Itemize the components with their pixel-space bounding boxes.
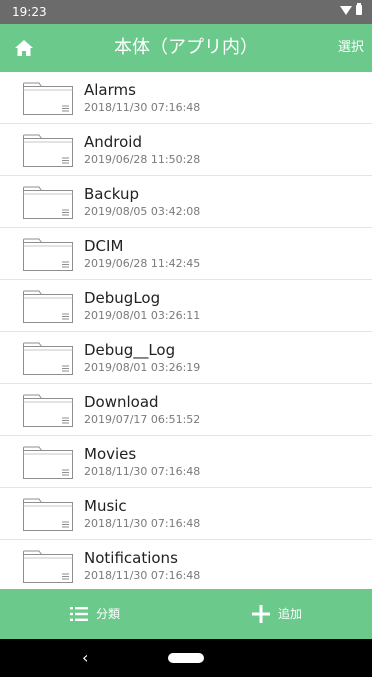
folder-icon <box>23 550 73 583</box>
plus-icon <box>252 605 270 623</box>
file-date: 2019/08/01 03:26:11 <box>84 309 201 322</box>
add-button[interactable]: 追加 <box>252 589 302 639</box>
folder-icon <box>23 186 73 219</box>
file-row[interactable]: Backup 2019/08/05 03:42:08 <box>0 176 372 228</box>
status-icons <box>340 3 362 15</box>
page-title: 本体（アプリ内） <box>114 37 258 58</box>
file-row[interactable]: Debug__Log 2019/08/01 03:26:19 <box>0 332 372 384</box>
file-row[interactable]: Alarms 2018/11/30 07:16:48 <box>0 72 372 124</box>
file-name: Alarms <box>84 81 136 99</box>
status-time: 19:23 <box>12 5 47 19</box>
battery-icon <box>356 3 362 15</box>
categories-label: 分類 <box>96 607 121 621</box>
file-date: 2018/11/30 07:16:48 <box>84 569 201 582</box>
file-date: 2018/11/30 07:16:48 <box>84 101 201 114</box>
file-name: Backup <box>84 185 139 203</box>
folder-icon <box>23 290 73 323</box>
add-label: 追加 <box>278 607 303 621</box>
file-row[interactable]: Android 2019/06/28 11:50:28 <box>0 124 372 176</box>
file-name: Notifications <box>84 549 178 567</box>
file-row[interactable]: Movies 2018/11/30 07:16:48 <box>0 436 372 488</box>
file-date: 2019/06/28 11:42:45 <box>84 257 201 270</box>
home-pill-icon[interactable] <box>168 653 204 663</box>
file-date: 2018/11/30 07:16:48 <box>84 465 201 478</box>
status-bar: 19:23 <box>0 0 372 24</box>
file-name: Movies <box>84 445 137 463</box>
file-name: Download <box>84 393 159 411</box>
folder-icon <box>23 446 73 479</box>
folder-icon <box>23 498 73 531</box>
file-row[interactable]: DebugLog 2019/08/01 03:26:11 <box>0 280 372 332</box>
file-name: Debug__Log <box>84 341 176 359</box>
file-name: DebugLog <box>84 289 161 307</box>
file-name: Music <box>84 497 127 515</box>
wifi-icon <box>340 5 352 15</box>
folder-icon <box>23 238 73 271</box>
file-row[interactable]: Notifications 2018/11/30 07:16:48 <box>0 540 372 589</box>
file-row[interactable]: DCIM 2019/06/28 11:42:45 <box>0 228 372 280</box>
folder-icon <box>23 394 73 427</box>
list-icon <box>70 607 88 621</box>
file-date: 2019/07/17 06:51:52 <box>84 413 201 426</box>
file-date: 2018/11/30 07:16:48 <box>84 517 201 530</box>
categories-button[interactable]: 分類 <box>70 589 120 639</box>
folder-icon <box>23 82 73 115</box>
back-icon[interactable]: ‹ <box>82 648 88 668</box>
folder-icon <box>23 134 73 167</box>
bottom-bar: 分類 追加 <box>0 589 372 639</box>
select-button[interactable]: 選択 <box>338 39 364 57</box>
file-row[interactable]: Download 2019/07/17 06:51:52 <box>0 384 372 436</box>
folder-icon <box>23 342 73 375</box>
file-name: Android <box>84 133 142 151</box>
navigation-bar: ‹ <box>0 639 372 677</box>
file-date: 2019/08/01 03:26:19 <box>84 361 201 374</box>
app-bar: 本体（アプリ内） 選択 <box>0 24 372 72</box>
file-date: 2019/06/28 11:50:28 <box>84 153 201 166</box>
file-name: DCIM <box>84 237 124 255</box>
file-list: Alarms 2018/11/30 07:16:48 Android 2019/06/… <box>0 72 372 589</box>
file-date: 2019/08/05 03:42:08 <box>84 205 201 218</box>
file-row[interactable]: Music 2018/11/30 07:16:48 <box>0 488 372 540</box>
